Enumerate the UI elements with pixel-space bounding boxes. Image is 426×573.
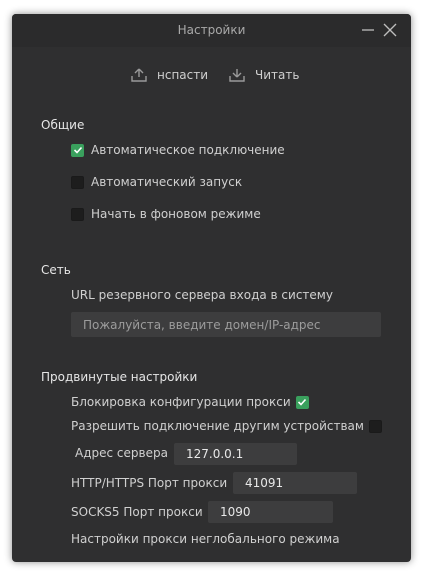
lock-proxy-checkbox[interactable] [295,395,309,409]
read-label: Читать [255,68,300,82]
window-title: Настройки [177,23,246,37]
non-global-proxy-settings-link[interactable]: Настройки прокси неглобального режима [71,532,340,546]
backup-url-label: URL резервного сервера входа в систему [71,288,333,302]
http-port-label: HTTP/HTTPS Порт прокси [71,476,228,490]
title-bar: Настройки [12,14,411,47]
minimize-icon [362,29,374,31]
auto-start-checkbox[interactable] [71,175,84,189]
auto-connect-option: Автоматическое подключение [71,143,285,157]
allow-other-devices-label: Разрешить подключение другим устройствам [71,419,364,433]
checkmark-icon [73,146,82,154]
general-section-title: Общие [41,118,85,132]
socks5-port-label: SOCKS5 Порт прокси [71,505,203,519]
http-port-input[interactable] [233,472,357,494]
network-section-title: Сеть [41,263,71,277]
download-icon [229,69,245,82]
backup-url-input[interactable] [71,312,381,337]
auto-connect-label: Автоматическое подключение [91,143,285,157]
background-start-checkbox[interactable] [71,207,84,221]
auto-start-label: Автоматический запуск [91,175,243,189]
checkmark-icon [298,398,307,406]
settings-window: Настройки нспасти Читать Общие Автоматич… [12,14,411,562]
background-start-label: Начать в фоновом режиме [91,207,261,221]
save-button[interactable]: нспасти [131,66,208,84]
server-address-input[interactable] [174,443,297,465]
upload-icon [131,68,147,82]
background-start-option: Начать в фоновом режиме [71,207,261,221]
close-button[interactable] [382,22,398,38]
allow-other-devices-checkbox[interactable] [368,419,382,433]
auto-connect-checkbox[interactable] [71,143,84,157]
lock-proxy-option: Блокировка конфигурации прокси [71,395,309,409]
socks5-port-input[interactable] [208,501,333,523]
save-label: нспасти [157,68,209,82]
lock-proxy-label: Блокировка конфигурации прокси [71,395,291,409]
minimize-button[interactable] [360,22,376,38]
allow-other-devices-option: Разрешить подключение другим устройствам [71,419,382,433]
auto-start-option: Автоматический запуск [71,175,242,189]
close-icon [383,23,397,37]
read-button[interactable]: Читать [229,66,299,84]
advanced-section-title: Продвинутые настройки [41,370,198,384]
server-address-label: Адрес сервера [75,446,168,460]
